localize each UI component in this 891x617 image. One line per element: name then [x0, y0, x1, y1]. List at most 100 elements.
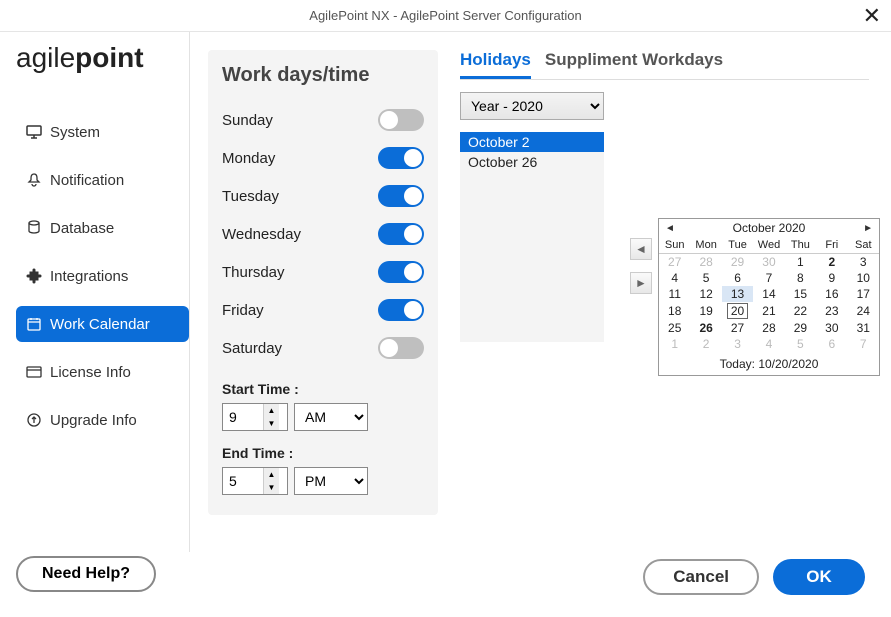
- calendar-day[interactable]: 23: [816, 302, 847, 320]
- calendar-day[interactable]: 24: [848, 302, 879, 320]
- day-toggle-friday[interactable]: [378, 299, 424, 321]
- day-label: Thursday: [222, 264, 285, 281]
- day-toggle-saturday[interactable]: [378, 337, 424, 359]
- calendar: ◄ October 2020 ► SunMonTueWedThuFriSat27…: [658, 218, 880, 376]
- monitor-icon: [26, 124, 42, 140]
- spin-up-icon[interactable]: ▲: [264, 468, 279, 481]
- day-toggle-wednesday[interactable]: [378, 223, 424, 245]
- sidebar-item-license-info[interactable]: License Info: [16, 354, 189, 390]
- calendar-next-button[interactable]: ►: [630, 272, 652, 294]
- day-label: Sunday: [222, 112, 273, 129]
- holiday-item[interactable]: October 2: [460, 132, 604, 152]
- calendar-day[interactable]: 16: [816, 286, 847, 302]
- calendar-today-link[interactable]: Today: 10/20/2020: [659, 352, 879, 375]
- calendar-weekday-header: Fri: [816, 237, 847, 254]
- calendar-day[interactable]: 5: [785, 336, 816, 352]
- tab-holidays[interactable]: Holidays: [460, 50, 531, 79]
- sidebar-item-label: System: [50, 124, 100, 141]
- sidebar-item-notification[interactable]: Notification: [16, 162, 189, 198]
- calendar-day[interactable]: 25: [659, 320, 690, 336]
- chevron-right-icon[interactable]: ►: [863, 223, 873, 234]
- sidebar-item-system[interactable]: System: [16, 114, 189, 150]
- end-hour-stepper[interactable]: ▲▼: [222, 467, 288, 495]
- spin-down-icon[interactable]: ▼: [264, 481, 279, 494]
- calendar-day[interactable]: 7: [753, 270, 784, 286]
- calendar-day[interactable]: 11: [659, 286, 690, 302]
- puzzle-icon: [26, 268, 42, 284]
- calendar-day[interactable]: 14: [753, 286, 784, 302]
- calendar-weekday-header: Thu: [785, 237, 816, 254]
- calendar-day[interactable]: 5: [690, 270, 721, 286]
- spin-up-icon[interactable]: ▲: [264, 404, 279, 417]
- need-help-button[interactable]: Need Help?: [16, 556, 156, 592]
- cancel-button[interactable]: Cancel: [643, 559, 759, 595]
- ok-button[interactable]: OK: [773, 559, 865, 595]
- calendar-day[interactable]: 4: [753, 336, 784, 352]
- day-toggle-tuesday[interactable]: [378, 185, 424, 207]
- tab-suppliment-workdays[interactable]: Suppliment Workdays: [545, 50, 723, 79]
- sidebar-item-upgrade-info[interactable]: Upgrade Info: [16, 402, 189, 438]
- calendar-day[interactable]: 1: [785, 254, 816, 271]
- calendar-day[interactable]: 12: [690, 286, 721, 302]
- calendar-day[interactable]: 30: [816, 320, 847, 336]
- calendar-day[interactable]: 30: [753, 254, 784, 271]
- calendar-day[interactable]: 17: [848, 286, 879, 302]
- end-ampm-select[interactable]: PM: [294, 467, 368, 495]
- start-hour-input[interactable]: [223, 408, 263, 426]
- calendar-day[interactable]: 31: [848, 320, 879, 336]
- calendar-day[interactable]: 27: [659, 254, 690, 271]
- end-time-label: End Time :: [222, 445, 424, 461]
- year-select[interactable]: Year - 2020: [460, 92, 604, 120]
- sidebar-item-integrations[interactable]: Integrations: [16, 258, 189, 294]
- calendar-weekday-header: Sat: [848, 237, 879, 254]
- calendar-day[interactable]: 15: [785, 286, 816, 302]
- calendar-day[interactable]: 8: [785, 270, 816, 286]
- day-toggle-monday[interactable]: [378, 147, 424, 169]
- calendar-day[interactable]: 3: [848, 254, 879, 271]
- sidebar-item-work-calendar[interactable]: Work Calendar: [16, 306, 189, 342]
- calendar-prev-button[interactable]: ◄: [630, 238, 652, 260]
- calendar-weekday-header: Wed: [753, 237, 784, 254]
- calendar-day[interactable]: 9: [816, 270, 847, 286]
- day-toggle-sunday[interactable]: [378, 109, 424, 131]
- calendar-day[interactable]: 29: [722, 254, 753, 271]
- calendar-day[interactable]: 3: [722, 336, 753, 352]
- calendar-day[interactable]: 18: [659, 302, 690, 320]
- sidebar-item-label: Notification: [50, 172, 124, 189]
- spin-down-icon[interactable]: ▼: [264, 417, 279, 430]
- calendar-day[interactable]: 4: [659, 270, 690, 286]
- calendar-day[interactable]: 2: [690, 336, 721, 352]
- day-toggle-thursday[interactable]: [378, 261, 424, 283]
- calendar-day[interactable]: 10: [848, 270, 879, 286]
- calendar-day[interactable]: 28: [753, 320, 784, 336]
- title-bar: AgilePoint NX - AgilePoint Server Config…: [0, 0, 891, 32]
- start-hour-stepper[interactable]: ▲▼: [222, 403, 288, 431]
- calendar-day[interactable]: 19: [690, 302, 721, 320]
- sidebar-item-database[interactable]: Database: [16, 210, 189, 246]
- close-icon[interactable]: ✕: [863, 3, 881, 29]
- calendar-day[interactable]: 29: [785, 320, 816, 336]
- start-time-label: Start Time :: [222, 381, 424, 397]
- calendar-day[interactable]: 22: [785, 302, 816, 320]
- calendar-day[interactable]: 27: [722, 320, 753, 336]
- sidebar-item-label: Integrations: [50, 268, 128, 285]
- upgrade-icon: [26, 412, 42, 428]
- calendar-day[interactable]: 26: [690, 320, 721, 336]
- calendar-day[interactable]: 1: [659, 336, 690, 352]
- start-ampm-select[interactable]: AM: [294, 403, 368, 431]
- chevron-left-icon[interactable]: ◄: [665, 223, 675, 234]
- work-days-panel: Work days/time SundayMondayTuesdayWednes…: [208, 50, 438, 515]
- holiday-list[interactable]: October 2October 26: [460, 132, 604, 342]
- calendar-day[interactable]: 2: [816, 254, 847, 271]
- end-hour-input[interactable]: [223, 472, 263, 490]
- calendar-day[interactable]: 21: [753, 302, 784, 320]
- calendar-day[interactable]: 6: [816, 336, 847, 352]
- calendar-day[interactable]: 28: [690, 254, 721, 271]
- holiday-item[interactable]: October 26: [460, 152, 604, 172]
- calendar-day[interactable]: 6: [722, 270, 753, 286]
- calendar-day[interactable]: 20: [722, 302, 753, 320]
- window-title: AgilePoint NX - AgilePoint Server Config…: [309, 8, 581, 23]
- calendar-icon: [26, 316, 42, 332]
- calendar-day[interactable]: 13: [722, 286, 753, 302]
- calendar-day[interactable]: 7: [848, 336, 879, 352]
